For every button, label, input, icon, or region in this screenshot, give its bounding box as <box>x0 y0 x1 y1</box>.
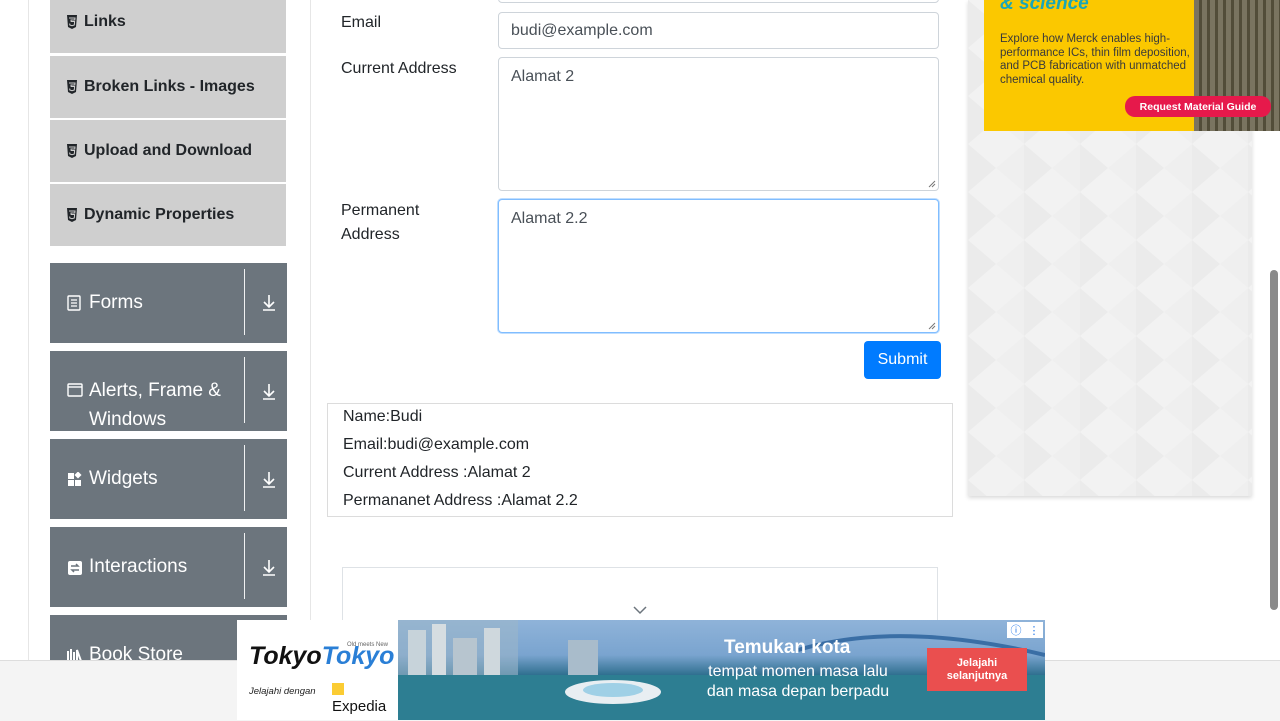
banner-cta-button[interactable]: Jelajahi selanjutnya <box>927 648 1027 691</box>
sidebar-group-label: Widgets <box>89 468 158 489</box>
widgets-icon <box>67 471 83 488</box>
expedia-logo: Expedia <box>332 681 398 715</box>
tokyo-tagline: Old meets New <box>347 642 389 648</box>
output-permanent-address: Permananet Address :Alamat 2.2 <box>343 492 578 509</box>
name-field[interactable] <box>498 0 939 3</box>
sidebar-item-label: Broken Links - Images <box>84 78 255 95</box>
permanent-address-label-line1: Permanent <box>341 202 420 219</box>
html5-icon <box>66 208 78 222</box>
email-field[interactable]: budi@example.com <box>498 12 939 49</box>
sidebar-group-interactions[interactable]: Interactions <box>50 527 287 607</box>
permanent-address-label: Permanent Address <box>341 199 419 247</box>
sidebar-group-label: Forms <box>89 292 143 313</box>
sidebar-item-upload-download[interactable]: Upload and Download <box>50 120 286 182</box>
sidebar-item-links[interactable]: Links <box>50 0 286 53</box>
interactions-icon <box>67 560 83 576</box>
sidebar-group-label: Alerts, Frame & Windows <box>89 380 221 430</box>
tokyo-logo-part1: Tokyo <box>249 642 322 670</box>
html5-icon <box>66 15 78 29</box>
ad-headline: & science <box>1000 0 1089 14</box>
current-address-label: Current Address <box>341 60 457 77</box>
group-separator <box>244 445 245 511</box>
banner-title: Temukan kota <box>724 637 851 658</box>
group-separator <box>244 357 245 423</box>
download-arrow-icon[interactable] <box>261 294 277 312</box>
form-icon <box>67 295 83 311</box>
request-guide-button[interactable]: Request Material Guide <box>1125 96 1271 117</box>
scrollbar-thumb[interactable] <box>1270 270 1278 610</box>
jelajahi-text: Jelajahi dengan <box>249 686 316 697</box>
merck-ad[interactable]: & science Explore how Merck enables high… <box>984 0 1280 131</box>
permanent-address-textarea[interactable]: Alamat 2.2 <box>498 199 939 333</box>
tokyo-banner[interactable]: Temukan kota tempat momen masa lalu dan … <box>398 620 1045 720</box>
resize-handle-icon[interactable] <box>928 322 936 330</box>
output-box: Name:Budi Email:budi@example.com Current… <box>327 403 953 517</box>
current-address-textarea[interactable]: Alamat 2 <box>498 57 939 191</box>
left-divider <box>28 0 29 660</box>
window-icon <box>67 383 83 399</box>
output-email: Email:budi@example.com <box>343 436 530 453</box>
banner-subtitle: tempat momen masa lalu dan masa depan be… <box>706 663 890 700</box>
tokyo-brand-panel[interactable]: TokyoTokyo Old meets New Jelajahi dengan… <box>237 620 398 720</box>
sidebar-group-forms[interactable]: Forms <box>50 263 287 343</box>
current-address-value: Alamat 2 <box>511 68 575 85</box>
expedia-icon <box>332 683 344 695</box>
resize-handle-icon[interactable] <box>928 180 936 188</box>
permanent-address-label-line2: Address <box>341 226 400 243</box>
html5-icon <box>66 144 78 158</box>
sidebar-item-label: Links <box>84 13 126 30</box>
ad-body: Explore how Merck enables high-performan… <box>1000 33 1190 86</box>
group-separator <box>244 269 245 335</box>
html5-icon <box>66 80 78 94</box>
download-arrow-icon[interactable] <box>261 471 277 489</box>
sidebar-group-label: Interactions <box>89 556 188 577</box>
sidebar-group-widgets[interactable]: Widgets <box>50 439 287 519</box>
output-name: Name:Budi <box>343 408 423 425</box>
download-arrow-icon[interactable] <box>261 559 277 577</box>
email-label: Email <box>341 14 382 31</box>
sidebar-item-label: Upload and Download <box>84 142 252 159</box>
expedia-text: Expedia <box>332 698 387 715</box>
chevron-down-icon[interactable] <box>633 606 647 615</box>
download-arrow-icon[interactable] <box>261 383 277 401</box>
sidebar-divider <box>310 0 311 660</box>
output-current-address: Current Address :Alamat 2 <box>343 464 531 481</box>
sidebar-item-label: Dynamic Properties <box>84 206 235 223</box>
submit-button[interactable]: Submit <box>864 341 941 379</box>
info-icon[interactable]: ⓘ <box>1011 622 1022 638</box>
sidebar-item-broken-links[interactable]: Broken Links - Images <box>50 56 286 118</box>
sidebar-group-alerts[interactable]: Alerts, Frame & Windows <box>50 351 287 431</box>
ad-choices[interactable]: ⓘ ⋮ <box>1007 622 1043 638</box>
group-separator <box>244 533 245 599</box>
sidebar-item-dynamic-properties[interactable]: Dynamic Properties <box>50 184 286 246</box>
permanent-address-value: Alamat 2.2 <box>511 210 588 227</box>
more-options-icon[interactable]: ⋮ <box>1029 624 1040 637</box>
